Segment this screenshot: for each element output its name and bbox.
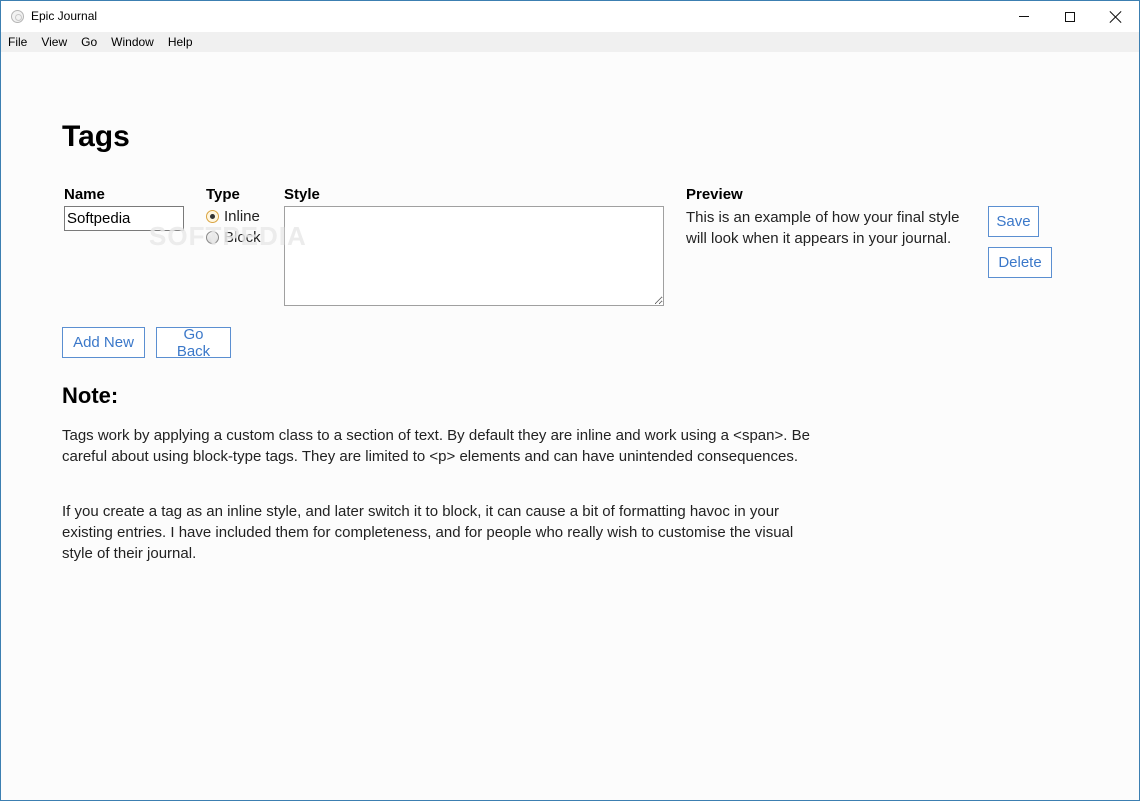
menu-go[interactable]: Go	[74, 32, 104, 52]
menu-window[interactable]: Window	[104, 32, 161, 52]
name-field[interactable]	[64, 206, 184, 231]
app-window: Epic Journal File View Go Window Help Ta…	[0, 0, 1140, 801]
inline-radio[interactable]	[206, 210, 219, 223]
inline-radio-label: Inline	[224, 208, 260, 225]
maximize-icon	[1065, 11, 1075, 22]
menu-file[interactable]: File	[1, 32, 34, 52]
title-bar[interactable]: Epic Journal	[1, 1, 1139, 32]
close-button[interactable]	[1093, 1, 1139, 32]
style-textarea[interactable]	[284, 206, 664, 306]
maximize-button[interactable]	[1047, 1, 1093, 32]
note-paragraph: Tags work by applying a custom class to …	[62, 427, 810, 465]
menu-help[interactable]: Help	[161, 32, 200, 52]
note-paragraph: If you create a tag as an inline style, …	[62, 503, 794, 562]
main-content: Tags Name Type Style Preview Inline Bloc…	[1, 52, 1139, 800]
block-radio-label: Block	[224, 229, 261, 246]
save-button[interactable]: Save	[988, 206, 1039, 237]
add-new-button[interactable]: Add New	[62, 327, 145, 358]
note-heading: Note:	[62, 383, 119, 408]
page-title: Tags	[62, 120, 130, 153]
menu-bar: File View Go Window Help	[1, 32, 1139, 52]
type-label: Type	[206, 186, 240, 203]
delete-button[interactable]: Delete	[988, 247, 1052, 278]
style-label: Style	[284, 186, 320, 203]
minimize-button[interactable]	[1001, 1, 1047, 32]
type-block-option[interactable]: Block	[206, 229, 261, 246]
preview-text: This is an example of how your final sty…	[686, 209, 960, 247]
window-title: Epic Journal	[31, 9, 98, 23]
type-inline-option[interactable]: Inline	[206, 208, 260, 225]
name-label: Name	[64, 186, 105, 203]
app-icon	[11, 10, 24, 23]
close-icon	[1110, 11, 1122, 23]
minimize-icon	[1019, 16, 1029, 17]
menu-view[interactable]: View	[34, 32, 74, 52]
go-back-button[interactable]: Go Back	[156, 326, 231, 360]
preview-label: Preview	[686, 186, 743, 203]
block-radio[interactable]	[206, 231, 219, 244]
